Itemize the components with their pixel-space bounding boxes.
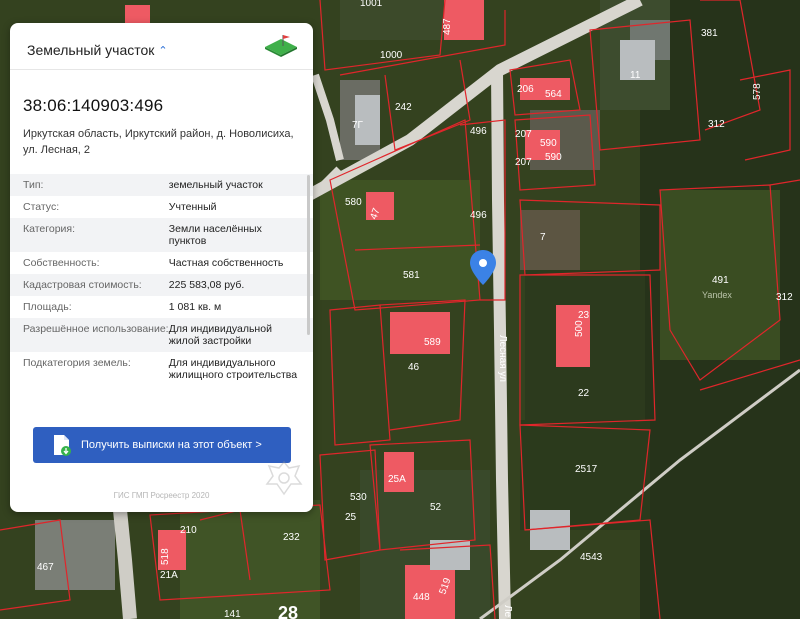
svg-text:25: 25 — [345, 512, 357, 523]
property-value: 225 583,08 руб. — [168, 279, 245, 291]
land-plot-icon — [265, 35, 297, 57]
property-key: Тип: — [23, 179, 44, 191]
panel-header[interactable]: Земельный участок ⌃ — [10, 23, 313, 70]
property-row: Подкатегория земель: Для индивидуального… — [10, 352, 313, 386]
svg-text:578: 578 — [752, 83, 763, 100]
svg-text:590: 590 — [540, 138, 557, 149]
svg-text:46: 46 — [408, 362, 420, 373]
svg-text:496: 496 — [470, 210, 487, 221]
document-download-icon — [54, 435, 71, 456]
svg-text:530: 530 — [350, 492, 367, 503]
svg-text:312: 312 — [776, 292, 793, 303]
land-plot-info-panel: Земельный участок ⌃ 38:06:140903:496 Ирку… — [10, 23, 313, 512]
svg-text:232: 232 — [283, 532, 300, 543]
get-extracts-label: Получить выписки на этот объект > — [81, 439, 262, 451]
svg-text:207: 207 — [515, 129, 532, 140]
svg-text:381: 381 — [701, 28, 718, 39]
svg-text:467: 467 — [37, 562, 54, 573]
property-value: Частная собственность — [168, 257, 284, 269]
property-value: Земли населённых пунктов — [168, 223, 262, 247]
svg-text:21А: 21А — [160, 570, 178, 581]
properties-table: Тип: земельный участок Статус: Учтенный … — [10, 174, 313, 386]
svg-text:Лесная ул: Лесная ул — [497, 335, 508, 382]
property-value: Для индивидуальной жилой застройки — [168, 323, 272, 347]
svg-text:52: 52 — [430, 502, 442, 513]
svg-text:206: 206 — [517, 84, 534, 95]
svg-text:518: 518 — [160, 548, 171, 565]
svg-text:Ле: Ле — [502, 605, 513, 618]
footer-text: ГИС ГМП Росреестр 2020 — [113, 491, 210, 500]
svg-text:564: 564 — [545, 89, 562, 100]
svg-text:22: 22 — [578, 388, 590, 399]
svg-text:590: 590 — [545, 152, 562, 163]
property-row: Разрешённое использование: Для индивидуа… — [10, 318, 313, 352]
property-value: Для индивидуального жилищного строительс… — [168, 357, 298, 381]
svg-text:141: 141 — [224, 609, 241, 619]
property-key: Кадастровая стоимость: — [23, 279, 142, 291]
svg-text:11: 11 — [630, 70, 641, 81]
svg-text:242: 242 — [395, 102, 412, 113]
property-row: Площадь: 1 081 кв. м — [10, 296, 313, 318]
property-row: Собственность: Частная собственность — [10, 252, 313, 274]
svg-text:28: 28 — [278, 603, 298, 619]
svg-text:496: 496 — [470, 126, 487, 137]
svg-text:210: 210 — [180, 525, 197, 536]
svg-text:Yandex: Yandex — [702, 290, 732, 300]
panel-title[interactable]: Земельный участок ⌃ — [27, 42, 168, 58]
svg-text:2517: 2517 — [575, 464, 598, 475]
svg-text:7: 7 — [540, 232, 546, 243]
property-value: 1 081 кв. м — [168, 301, 222, 313]
svg-text:23: 23 — [578, 310, 590, 321]
property-row: Категория: Земли населённых пунктов — [10, 218, 313, 252]
property-value: земельный участок — [168, 179, 263, 191]
svg-text:4543: 4543 — [580, 552, 603, 563]
svg-text:1000: 1000 — [380, 50, 403, 61]
property-row: Кадастровая стоимость: 225 583,08 руб. — [10, 274, 313, 296]
svg-text:581: 581 — [403, 270, 420, 281]
svg-text:312: 312 — [708, 119, 725, 130]
address: Иркутская область, Иркутский район, д. Н… — [23, 128, 294, 156]
svg-text:207: 207 — [515, 157, 532, 168]
svg-text:1001: 1001 — [360, 0, 383, 9]
svg-text:589: 589 — [424, 337, 441, 348]
svg-text:448: 448 — [413, 592, 430, 603]
get-extracts-button[interactable]: Получить выписки на этот объект > — [33, 427, 291, 463]
property-key: Площадь: — [23, 301, 72, 313]
property-key: Собственность: — [23, 257, 100, 269]
cadastral-number: 38:06:140903:496 — [23, 96, 164, 115]
chevron-up-icon[interactable]: ⌃ — [158, 44, 167, 57]
scrollbar[interactable] — [307, 175, 310, 335]
property-row: Тип: земельный участок — [10, 174, 313, 196]
svg-text:491: 491 — [712, 275, 729, 286]
svg-text:487: 487 — [442, 18, 453, 35]
panel-title-text: Земельный участок — [27, 42, 155, 58]
property-key: Статус: — [23, 201, 60, 213]
property-key: Разрешённое использование: — [23, 323, 169, 335]
svg-text:500: 500 — [574, 320, 585, 337]
property-key: Категория: — [23, 223, 76, 235]
property-row: Статус: Учтенный — [10, 196, 313, 218]
svg-text:7Г: 7Г — [352, 120, 364, 131]
svg-text:25А: 25А — [388, 474, 406, 485]
property-key: Подкатегория земель: — [23, 357, 131, 369]
property-value: Учтенный — [168, 201, 217, 213]
svg-text:580: 580 — [345, 197, 362, 208]
